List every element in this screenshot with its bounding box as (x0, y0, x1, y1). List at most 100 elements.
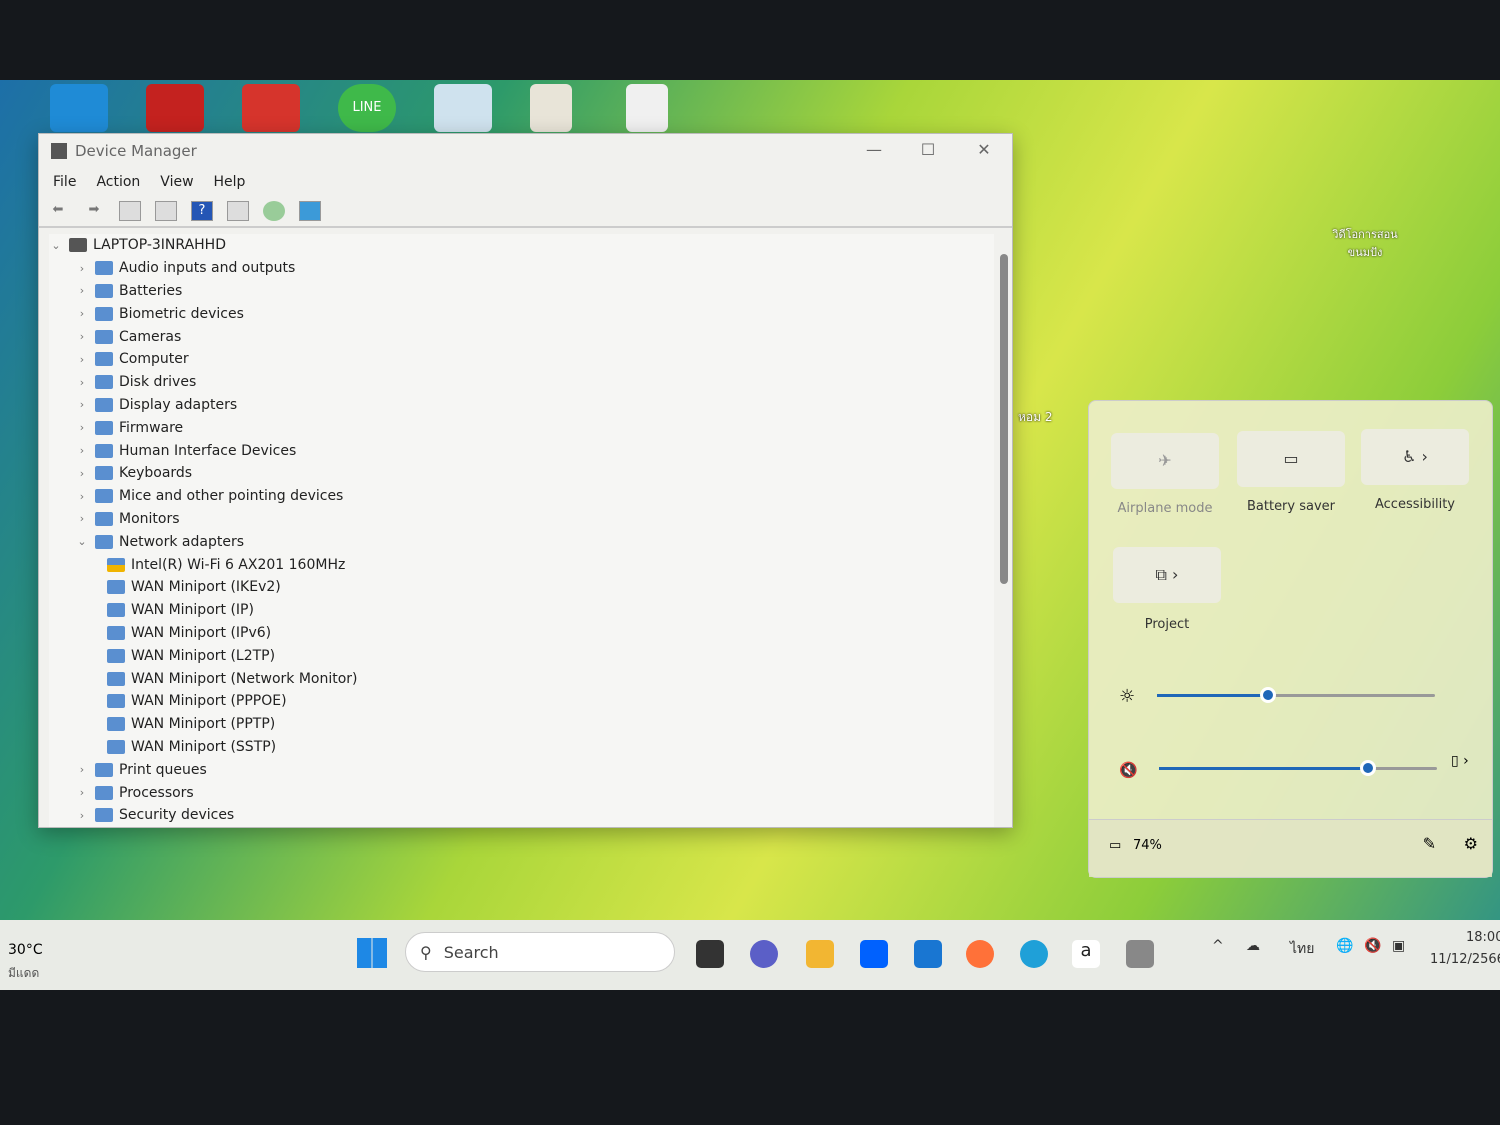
tree-item[interactable]: › Display adapters (49, 394, 994, 417)
tree-item[interactable]: › Computer (49, 348, 994, 371)
tree-item[interactable]: › Firmware (49, 416, 994, 439)
menu-help[interactable]: Help (214, 174, 246, 190)
airplane-mode-tile[interactable]: ✈ (1111, 433, 1219, 489)
menu-view[interactable]: View (160, 174, 193, 190)
chevron-right-icon[interactable]: › (75, 421, 89, 434)
chevron-right-icon[interactable]: › (75, 284, 89, 297)
acrobat-desktop-icon[interactable] (146, 84, 204, 132)
tree-item[interactable]: › Biometric devices (49, 302, 994, 325)
chevron-right-icon[interactable]: › (75, 786, 89, 799)
tree-item[interactable]: › Cameras (49, 325, 994, 348)
battery-icon[interactable]: ▭ (1109, 838, 1121, 853)
battery-saver-tile[interactable]: ▭ (1237, 431, 1345, 487)
firefox-icon[interactable] (966, 940, 994, 968)
tree-item[interactable]: WAN Miniport (IPv6) (49, 622, 994, 645)
volume-muted-icon[interactable]: 🔇 (1119, 761, 1138, 779)
audio-output-icon[interactable]: ▯ › (1451, 753, 1469, 769)
chevron-right-icon[interactable]: › (75, 353, 89, 366)
edge-desktop-icon[interactable] (50, 84, 108, 132)
close-button[interactable]: ✕ (964, 140, 1004, 159)
tree-item[interactable]: › Keyboards (49, 462, 994, 485)
back-icon[interactable]: ⬅ (47, 201, 69, 221)
onedrive-icon[interactable]: ☁ (1246, 938, 1260, 954)
brightness-slider[interactable] (1157, 687, 1435, 703)
action-pane-icon[interactable] (227, 201, 249, 221)
monitor-icon[interactable] (299, 201, 321, 221)
project-tile[interactable]: ⧉ › (1113, 547, 1221, 603)
chevron-right-icon[interactable]: › (75, 376, 89, 389)
chevron-right-icon[interactable]: › (75, 262, 89, 275)
tree-item[interactable]: › Print queues (49, 758, 994, 781)
tree-item[interactable]: › Mice and other pointing devices (49, 485, 994, 508)
document-desktop-icon[interactable] (530, 84, 572, 132)
accessibility-tile[interactable]: ♿ › (1361, 429, 1469, 485)
dropbox-icon[interactable] (860, 940, 888, 968)
tree-item[interactable]: › Monitors (49, 508, 994, 531)
volume-slider[interactable] (1159, 760, 1437, 776)
tree-item[interactable]: WAN Miniport (Network Monitor) (49, 667, 994, 690)
tree-item-label: Processors (119, 784, 194, 801)
recycle-bin-icon[interactable] (434, 84, 492, 132)
start-button[interactable] (357, 938, 387, 968)
tree-item[interactable]: › Audio inputs and outputs (49, 257, 994, 280)
folder-label[interactable]: หอม 2 (1018, 408, 1052, 427)
chevron-down-icon[interactable]: ⌄ (75, 535, 89, 548)
search-box[interactable]: ⚲ Search (405, 932, 675, 972)
scan-hardware-icon[interactable] (263, 201, 285, 221)
anydesk-desktop-icon[interactable] (242, 84, 300, 132)
network-no-internet-icon[interactable]: 🌐 (1336, 938, 1353, 954)
chevron-right-icon[interactable]: › (75, 398, 89, 411)
line-desktop-icon[interactable]: LINE (338, 84, 396, 132)
tree-item[interactable]: Intel(R) Wi-Fi 6 AX201 160MHz (49, 553, 994, 576)
minimize-button[interactable]: — (854, 140, 894, 159)
battery-tray-icon[interactable]: ▣ (1392, 938, 1405, 954)
show-hide-console-tree-icon[interactable] (119, 201, 141, 221)
tree-item[interactable]: WAN Miniport (L2TP) (49, 644, 994, 667)
folder-label[interactable]: วิดีโอการสอน ขนมปัง (1330, 225, 1400, 261)
tree-item[interactable]: › Human Interface Devices (49, 439, 994, 462)
chevron-right-icon[interactable]: › (75, 809, 89, 822)
properties-icon[interactable] (155, 201, 177, 221)
chevron-down-icon[interactable]: ⌄ (49, 239, 63, 252)
help-icon[interactable]: ? (191, 201, 213, 221)
chevron-right-icon[interactable]: › (75, 307, 89, 320)
chevron-right-icon[interactable]: › (75, 763, 89, 776)
chevron-right-icon[interactable]: › (75, 444, 89, 457)
task-view-icon[interactable] (696, 940, 724, 968)
weather-temp[interactable]: 30°C (8, 942, 43, 958)
chevron-right-icon[interactable]: › (75, 330, 89, 343)
tree-item[interactable]: WAN Miniport (PPPOE) (49, 690, 994, 713)
language-indicator[interactable]: ไทย (1290, 938, 1314, 960)
clock-date[interactable]: 11/12/2566 (1430, 952, 1500, 967)
edge-icon[interactable] (1020, 940, 1048, 968)
tree-item[interactable]: › Processors (49, 781, 994, 804)
device-manager-taskbar-icon[interactable] (1126, 940, 1154, 968)
chevron-right-icon[interactable]: › (75, 467, 89, 480)
tree-item[interactable]: WAN Miniport (SSTP) (49, 736, 994, 759)
tree-item[interactable]: WAN Miniport (PPTP) (49, 713, 994, 736)
chevron-right-icon[interactable]: › (75, 512, 89, 525)
show-hidden-icons-chevron-icon[interactable]: ^ (1212, 938, 1224, 954)
tree-item[interactable]: › Security devices (49, 804, 994, 827)
menu-action[interactable]: Action (96, 174, 140, 190)
amazon-icon[interactable]: a (1072, 940, 1100, 968)
mail-icon[interactable] (914, 940, 942, 968)
file-explorer-icon[interactable] (806, 940, 834, 968)
tree-root[interactable]: ⌄ LAPTOP-3INRAHHD (49, 234, 994, 257)
edit-icon[interactable]: ✎ (1423, 834, 1436, 853)
tree-item[interactable]: › Batteries (49, 280, 994, 303)
clock-time[interactable]: 18:00 (1466, 930, 1500, 945)
tree-item[interactable]: ⌄ Network adapters (49, 530, 994, 553)
volume-muted-tray-icon[interactable]: 🔇 (1364, 938, 1381, 954)
tree-item[interactable]: WAN Miniport (IKEv2) (49, 576, 994, 599)
menu-file[interactable]: File (53, 174, 76, 190)
teams-chat-icon[interactable] (750, 940, 778, 968)
tree-item[interactable]: › Disk drives (49, 371, 994, 394)
maximize-button[interactable]: ☐ (908, 140, 948, 159)
tree-item[interactable]: WAN Miniport (IP) (49, 599, 994, 622)
chevron-right-icon[interactable]: › (75, 490, 89, 503)
scrollbar[interactable] (1000, 254, 1008, 584)
forward-icon[interactable]: ➡ (83, 201, 105, 221)
document-desktop-icon[interactable] (626, 84, 668, 132)
settings-gear-icon[interactable]: ⚙ (1464, 834, 1478, 853)
